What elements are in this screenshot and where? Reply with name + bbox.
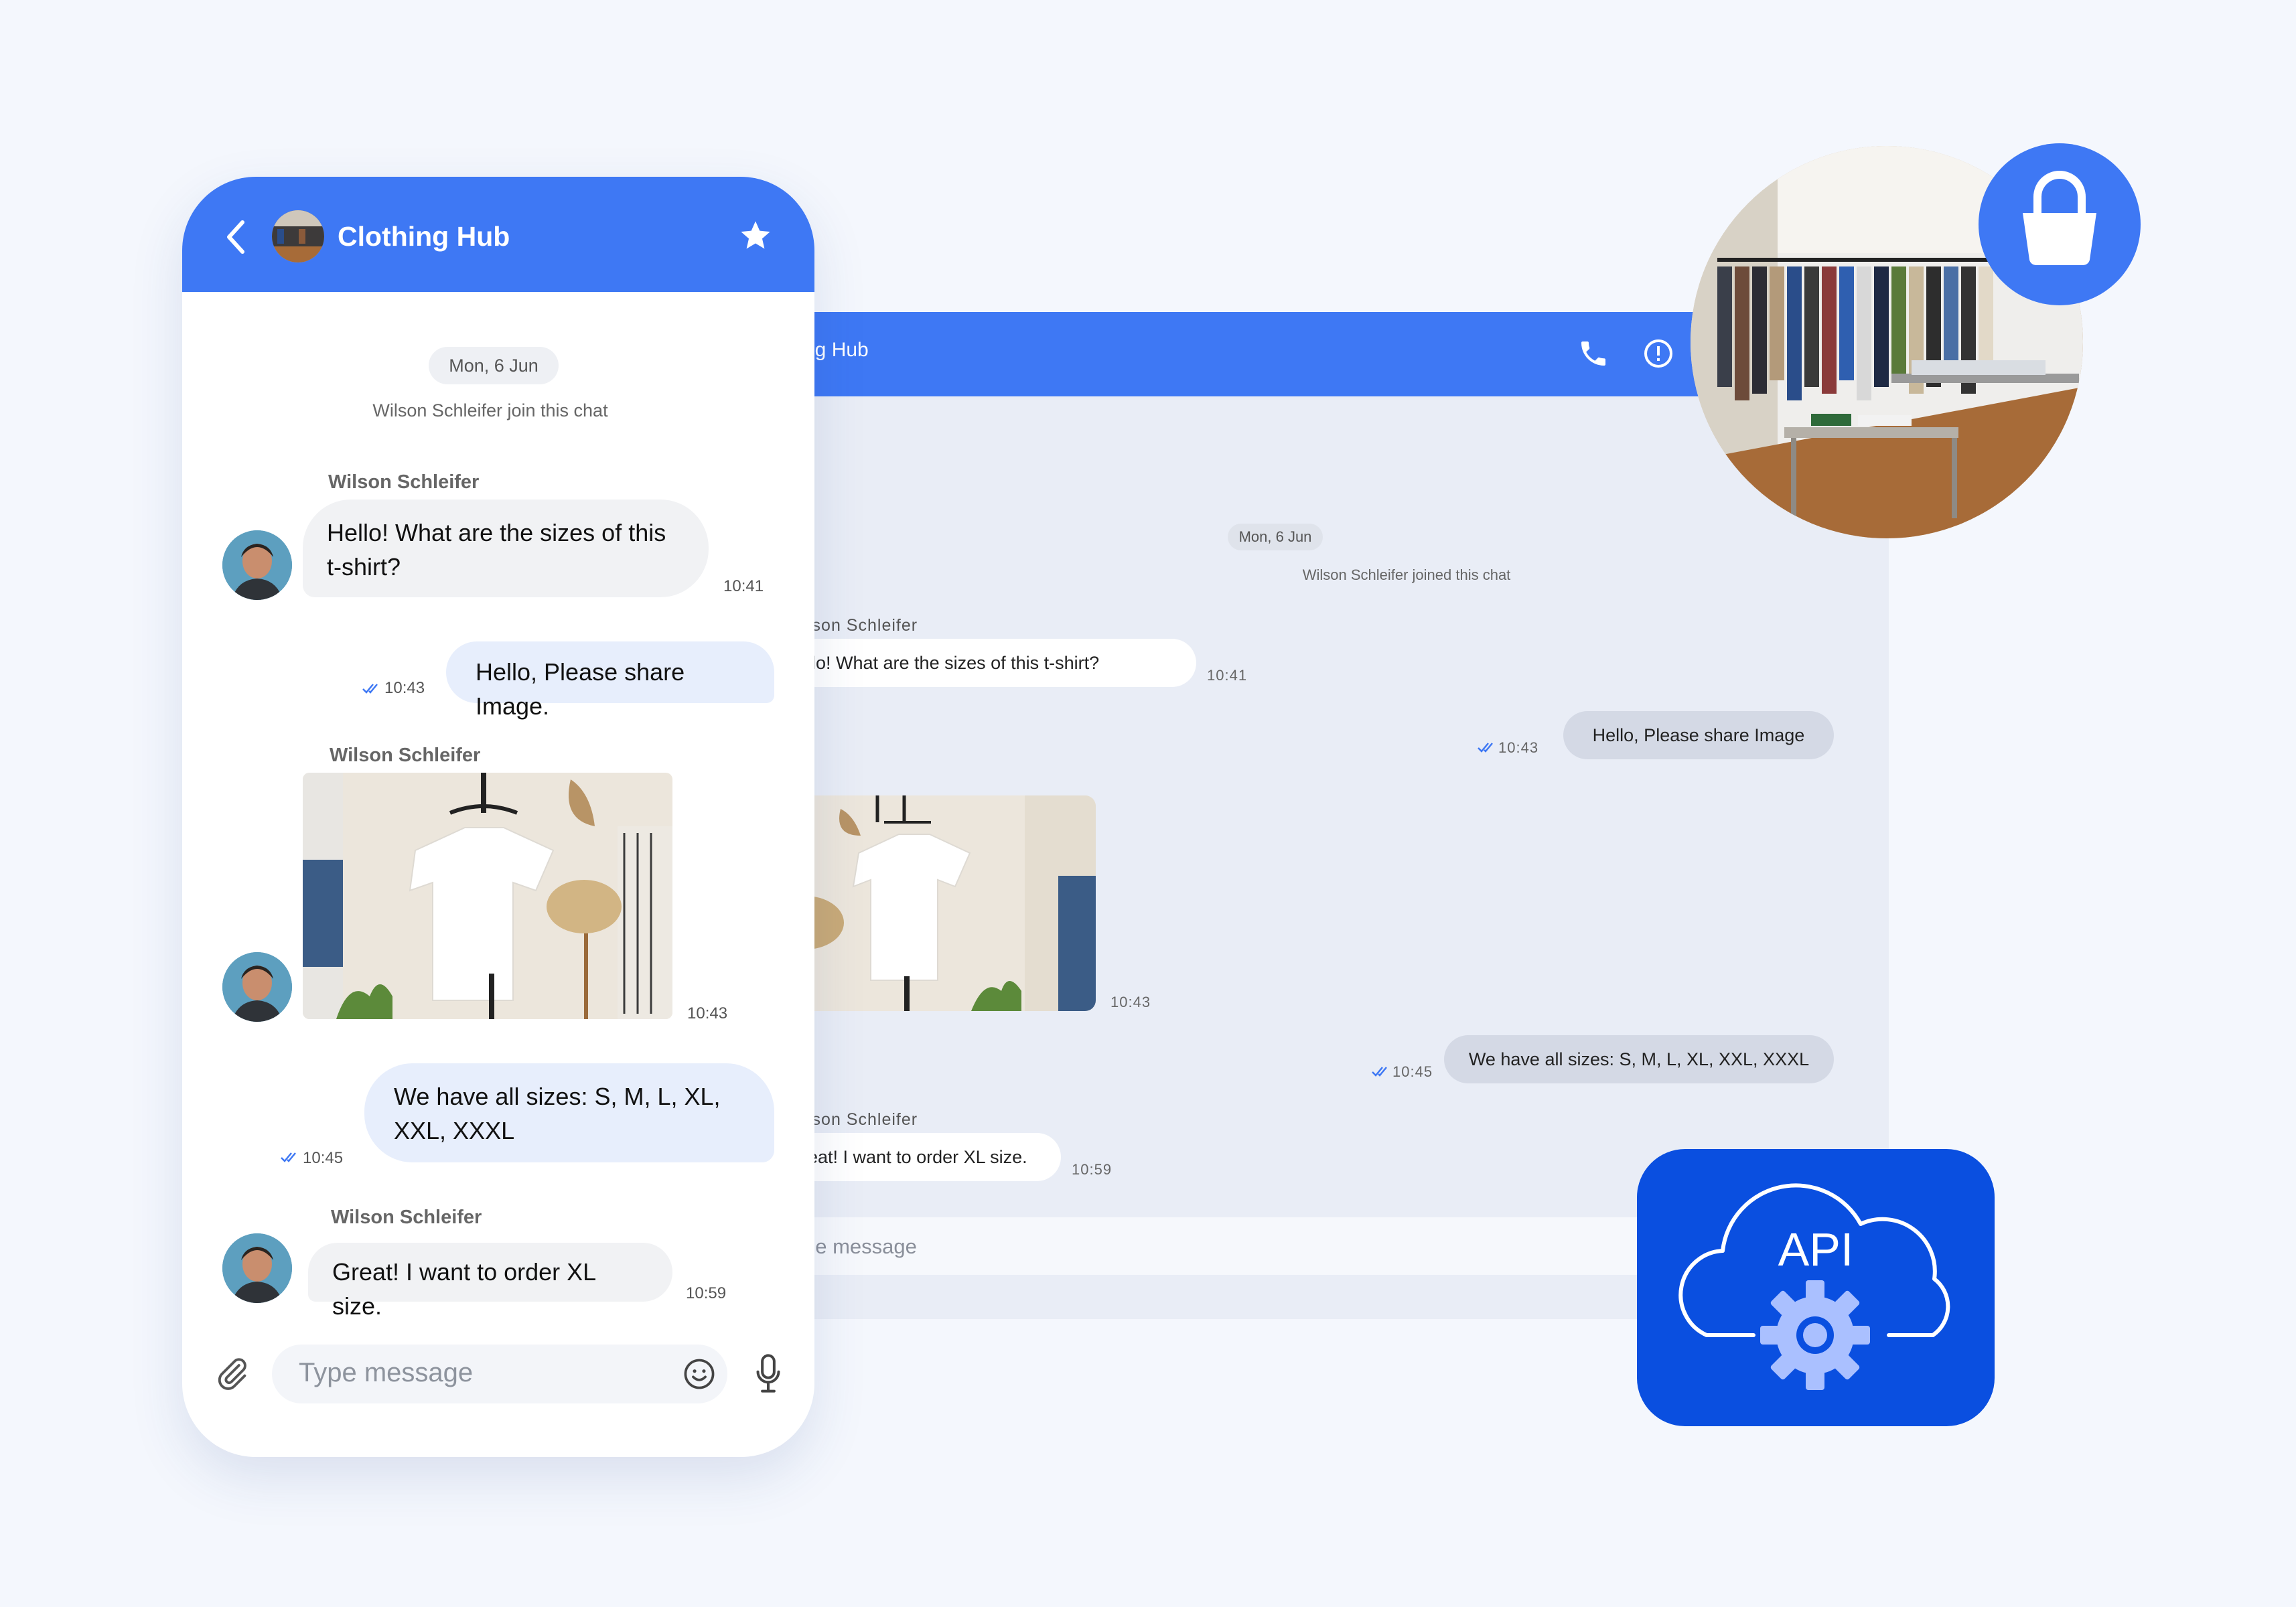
shared-image[interactable] [303,773,672,1019]
message-time: 10:45 [303,1149,344,1167]
incoming-message: llo! What are the sizes of this t-shirt? [770,639,1196,687]
sender-name: lson Schleifer [808,616,918,635]
phone-message-input[interactable]: Type message [272,1345,727,1403]
message-time: 10:41 [1207,667,1248,684]
double-check-icon [362,684,378,694]
outgoing-message: We have all sizes: S, M, L, XL, XXL, XXX… [1444,1035,1834,1083]
sender-name: lson Schleifer [808,1110,918,1129]
sender-avatar [222,530,292,600]
message-text: llo! What are the sizes of this t-shirt? [808,653,1100,673]
shopping-bag-badge [1979,143,2141,305]
message-time: 10:43 [687,1004,728,1022]
phone-header: Clothing Hub [182,177,814,292]
message-text-line: XXL, XXXL [394,1117,515,1144]
sender-avatar [222,1233,292,1303]
message-time: 10:43 [1498,739,1539,756]
message-text-line: t-shirt? [327,553,401,581]
double-check-icon [1478,743,1493,753]
join-notice: Wilson Schleifer joined this chat [1302,566,1511,583]
message-time: 10:59 [1072,1161,1113,1178]
info-icon[interactable] [1642,337,1674,370]
back-arrow-icon[interactable] [222,218,249,256]
incoming-message: Great! I want to order XL size. [308,1243,672,1320]
message-text: eat! I want to order XL size. [808,1147,1027,1167]
date-chip: Mon, 6 Jun [1228,524,1323,550]
store-avatar [272,210,324,262]
phone-header-title: Clothing Hub [338,221,510,252]
sender-name: Wilson Schleifer [330,745,481,766]
api-tile: API [1637,1149,1995,1426]
microphone-icon[interactable] [753,1353,784,1394]
outgoing-message: Hello, Please share Image. [446,641,774,720]
api-label: API [1778,1223,1854,1276]
message-time: 10:43 [1110,994,1151,1010]
message-text-line: Hello! What are the sizes of this [327,519,666,546]
double-check-icon [1372,1067,1387,1077]
cloud-gear-icon [1678,1183,1950,1390]
sender-avatar [222,952,292,1022]
double-check-icon [281,1152,296,1162]
message-time: 10:43 [384,679,425,697]
emoji-icon[interactable] [682,1357,717,1391]
star-icon[interactable] [738,218,773,253]
sender-name: Wilson Schleifer [331,1207,482,1228]
message-text-line: We have all sizes: S, M, L, XL, [394,1083,721,1110]
message-time: 10:41 [723,577,764,595]
shopping-bag-icon [2023,171,2096,266]
input-placeholder: Type message [299,1358,474,1387]
message-time: 10:59 [686,1284,727,1302]
shared-image[interactable] [770,795,1096,1011]
input-placeholder: pe message [804,1235,917,1258]
join-notice: Wilson Schleifer join this chat [372,400,608,420]
outgoing-message: We have all sizes: S, M, L, XL, XXL, XXX… [364,1063,774,1162]
phone-call-icon[interactable] [1577,337,1609,370]
incoming-message: Hello! What are the sizes of this t-shir… [303,500,709,597]
sender-name: Wilson Schleifer [328,471,480,493]
message-time: 10:45 [1392,1063,1433,1080]
outgoing-message: Hello, Please share Image [1563,711,1834,759]
phone-chat-screen: Clothing Hub Mon, 6 Jun Wilson Schleifer… [182,177,814,1457]
paperclip-icon[interactable] [214,1355,249,1393]
date-chip: Mon, 6 Jun [429,347,559,384]
